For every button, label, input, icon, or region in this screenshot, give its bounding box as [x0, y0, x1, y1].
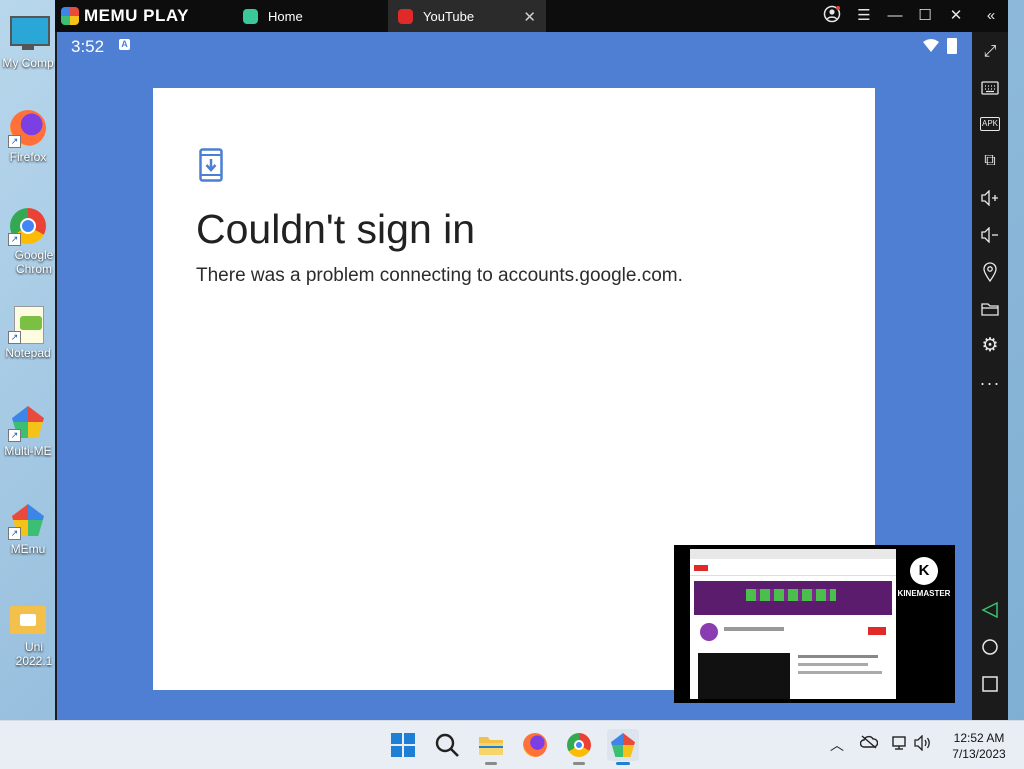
status-clock: 3:52 — [71, 37, 105, 56]
shortcut-arrow-icon: ↗ — [8, 527, 21, 540]
maximize-icon[interactable]: ☐ — [914, 5, 936, 27]
desktop-icon-label: Google Chrom — [14, 248, 54, 276]
desktop-icon-notepad[interactable]: ↗ Notepad — [0, 304, 56, 360]
kinemaster-watermark: K KINEMASTER — [896, 557, 952, 598]
memu-logo: MEMU PLAY — [61, 6, 189, 26]
running-indicator — [485, 762, 497, 765]
close-window-icon[interactable]: ✕ — [945, 5, 967, 27]
add-window-icon[interactable]: ⧉ — [978, 149, 1002, 173]
chrome-taskbar-icon[interactable] — [565, 731, 593, 765]
shortcut-arrow-icon: ↗ — [8, 429, 21, 442]
fullscreen-icon[interactable]: ⤢ — [978, 40, 1002, 64]
network-icon[interactable] — [891, 735, 909, 753]
account-icon[interactable] — [821, 5, 843, 27]
desktop-icon-unity[interactable]: Uni 2022.1 — [0, 598, 56, 668]
tab-label: Home — [268, 8, 303, 24]
folder-icon[interactable] — [978, 297, 1002, 321]
desktop-icon-multi-memu[interactable]: ↗ Multi-ME — [0, 402, 56, 458]
taskbar-date: 7/13/2023 — [952, 747, 1006, 761]
memu-icon: ↗ — [8, 500, 48, 540]
windows-taskbar: ︿ 12:52 AM 7/13/2023 — [0, 720, 1024, 769]
desktop-icon-label: Multi-ME — [4, 444, 52, 458]
emulator-titlebar: MEMU PLAY Home YouTube ✕ ☰ — ☐ ✕ « — [55, 0, 1008, 32]
tab-youtube[interactable]: YouTube ✕ — [388, 0, 546, 32]
monitor-icon — [8, 14, 50, 54]
home-icon[interactable] — [978, 635, 1002, 659]
back-icon[interactable] — [978, 598, 1002, 622]
wifi-icon — [923, 39, 939, 52]
desktop-icon-label: My Comp — [2, 56, 54, 70]
minimize-icon[interactable]: — — [884, 5, 906, 27]
shortcut-arrow-icon: ↗ — [8, 233, 21, 246]
shortcut-arrow-icon: ↗ — [8, 135, 21, 148]
volume-icon[interactable] — [914, 734, 932, 753]
more-icon[interactable]: ··· — [978, 371, 1002, 395]
volume-down-icon[interactable] — [978, 223, 1002, 247]
multi-memu-icon: ↗ — [8, 402, 48, 442]
show-hidden-icons-chevron-icon[interactable]: ︿ — [830, 735, 844, 755]
search-icon[interactable] — [433, 731, 461, 759]
preview-webpage-thumbnail — [690, 549, 896, 699]
home-app-icon — [243, 8, 258, 24]
taskbar-clock[interactable]: 12:52 AM 7/13/2023 — [944, 730, 1014, 762]
emulator-side-toolbar: ⤢ APK ⧉ ⚙ ··· — [972, 32, 1008, 720]
shortcut-arrow-icon: ↗ — [8, 331, 21, 344]
apk-label: APK — [979, 117, 1000, 131]
start-button[interactable] — [389, 731, 417, 759]
running-indicator — [573, 762, 585, 765]
apk-icon[interactable]: APK — [978, 112, 1002, 136]
error-title: Couldn't sign in — [196, 206, 476, 252]
kinemaster-label: KINEMASTER — [897, 589, 951, 598]
memu-taskbar-icon[interactable] — [607, 729, 639, 765]
file-explorer-icon[interactable] — [477, 731, 505, 765]
android-status-bar: 3:52 A — [57, 32, 972, 60]
menu-icon[interactable]: ☰ — [853, 5, 875, 27]
firefox-icon: ↗ — [8, 108, 48, 148]
memu-logo-icon — [61, 7, 79, 25]
desktop-icon-chrome[interactable]: ↗ Google Chrom — [0, 206, 56, 276]
active-indicator — [616, 762, 630, 765]
video-preview-overlay[interactable]: K KINEMASTER — [674, 545, 955, 703]
close-tab-icon[interactable]: ✕ — [523, 8, 536, 26]
onedrive-offline-icon[interactable] — [859, 735, 879, 753]
youtube-icon — [398, 8, 413, 24]
tab-home[interactable]: Home — [233, 0, 386, 32]
desktop-icon-my-computer[interactable]: My Comp — [0, 14, 56, 70]
collapse-sidebar-icon[interactable]: « — [980, 5, 1002, 27]
kinemaster-logo-icon: K — [910, 557, 938, 585]
tab-label: YouTube — [423, 8, 475, 24]
settings-icon[interactable]: ⚙ — [978, 334, 1002, 358]
notepad-icon: ↗ — [8, 304, 48, 344]
error-message: There was a problem connecting to accoun… — [196, 265, 683, 286]
memu-brand: MEMU PLAY — [84, 6, 189, 25]
recents-icon[interactable] — [978, 672, 1002, 696]
desktop-icon-label: Uni 2022.1 — [15, 640, 53, 668]
desktop-icon-label: Notepad — [5, 346, 51, 360]
notification-badge: A — [119, 39, 130, 50]
desktop-icon-firefox[interactable]: ↗ Firefox — [0, 108, 56, 164]
desktop-icon-memu[interactable]: ↗ MEmu — [0, 500, 56, 556]
volume-up-icon[interactable] — [978, 186, 1002, 210]
desktop-icon-label: Firefox — [9, 150, 47, 164]
location-icon[interactable] — [978, 260, 1002, 284]
chrome-icon: ↗ — [8, 206, 48, 246]
taskbar-time: 12:52 AM — [953, 731, 1005, 745]
battery-icon — [947, 38, 957, 54]
folder-icon — [8, 598, 48, 638]
phone-download-icon — [199, 148, 223, 182]
keyboard-icon[interactable] — [978, 76, 1002, 100]
desktop-icon-label: MEmu — [10, 542, 46, 556]
firefox-taskbar-icon[interactable] — [521, 731, 549, 759]
